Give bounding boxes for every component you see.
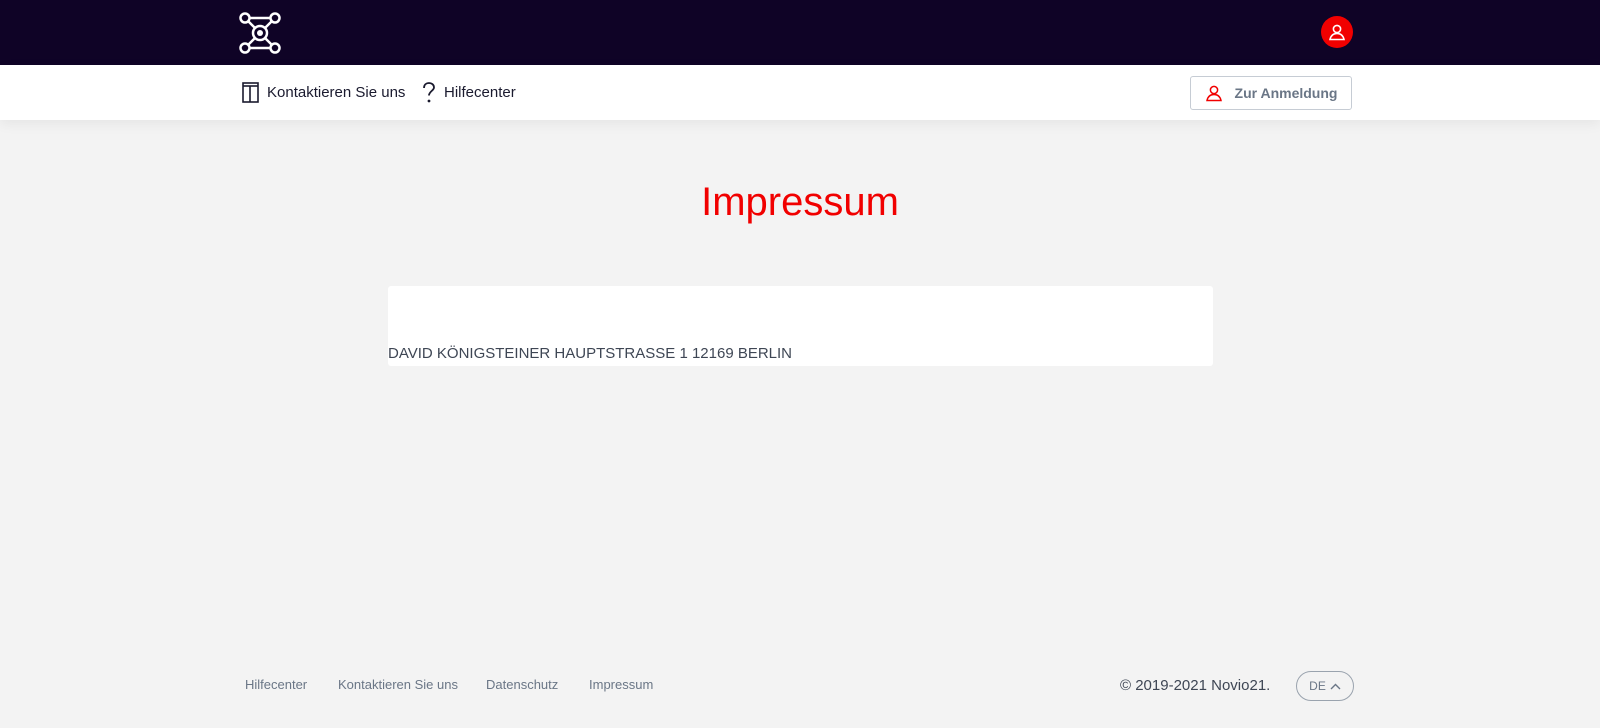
footer-link-help[interactable]: Hilfecenter xyxy=(245,677,307,692)
nav-contact-link[interactable]: Kontaktieren Sie uns xyxy=(242,65,405,120)
nav-help-link[interactable]: Hilfecenter xyxy=(422,65,516,120)
content-card: DAVID KÖNIGSTEINER HAUPTSTRASSE 1 12169 … xyxy=(388,286,1213,366)
user-icon xyxy=(1328,23,1346,41)
footer-link-imprint[interactable]: Impressum xyxy=(589,677,653,692)
page-title: Impressum xyxy=(701,180,899,224)
nav-help-label: Hilfecenter xyxy=(444,84,516,101)
chevron-up-icon xyxy=(1330,683,1341,690)
user-icon xyxy=(1205,84,1235,102)
network-hub-logo-icon[interactable] xyxy=(238,11,282,55)
user-account-button[interactable] xyxy=(1321,16,1353,48)
language-selector[interactable]: DE xyxy=(1296,671,1354,701)
nav-contact-label: Kontaktieren Sie uns xyxy=(267,84,406,101)
login-button-label: Zur Anmeldung xyxy=(1234,85,1338,101)
login-button[interactable]: Zur Anmeldung xyxy=(1190,76,1352,110)
secondary-nav: Kontaktieren Sie uns Hilfecenter xyxy=(0,65,1600,120)
address-text: DAVID KÖNIGSTEINER HAUPTSTRASSE 1 12169 … xyxy=(388,345,793,362)
language-label: DE xyxy=(1309,679,1326,693)
top-bar xyxy=(0,0,1600,65)
footer-link-contact[interactable]: Kontaktieren Sie uns xyxy=(338,677,458,692)
footer-link-privacy[interactable]: Datenschutz xyxy=(486,677,558,692)
question-icon xyxy=(422,81,444,104)
door-icon xyxy=(242,82,267,103)
copyright-text: © 2019-2021 Novio21. xyxy=(1120,677,1271,694)
